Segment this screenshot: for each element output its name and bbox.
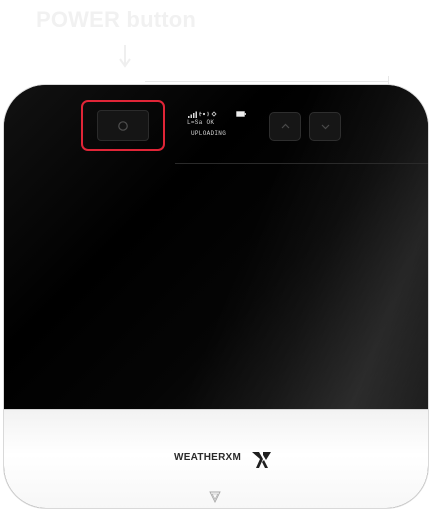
status-line: L=Sa OK: [187, 119, 215, 126]
callout-line: [145, 81, 389, 82]
brand-name: WEATHERXM: [174, 452, 242, 463]
chevron-down-icon: [321, 124, 329, 130]
power-button[interactable]: [97, 110, 149, 141]
up-button[interactable]: [269, 112, 301, 141]
instruction-title: POWER button: [36, 7, 197, 32]
weatherxm-logo-icon: [252, 452, 271, 468]
weatherxm-device: L=Sa OK UPLOADING WEATHERXM: [4, 85, 428, 508]
display-edge: [175, 163, 428, 164]
power-button-instruction-view: POWER button L=Sa OK UPLOADING WEATHERXM: [0, 0, 429, 512]
battery-icon: [236, 111, 246, 117]
status-text: UPLOADING: [191, 130, 227, 137]
arrow-down-icon: [119, 45, 131, 68]
chevron-up-icon: [281, 123, 289, 129]
power-icon: [117, 120, 129, 132]
down-button[interactable]: [309, 112, 341, 141]
bottom-triangle-icon: [209, 491, 221, 503]
